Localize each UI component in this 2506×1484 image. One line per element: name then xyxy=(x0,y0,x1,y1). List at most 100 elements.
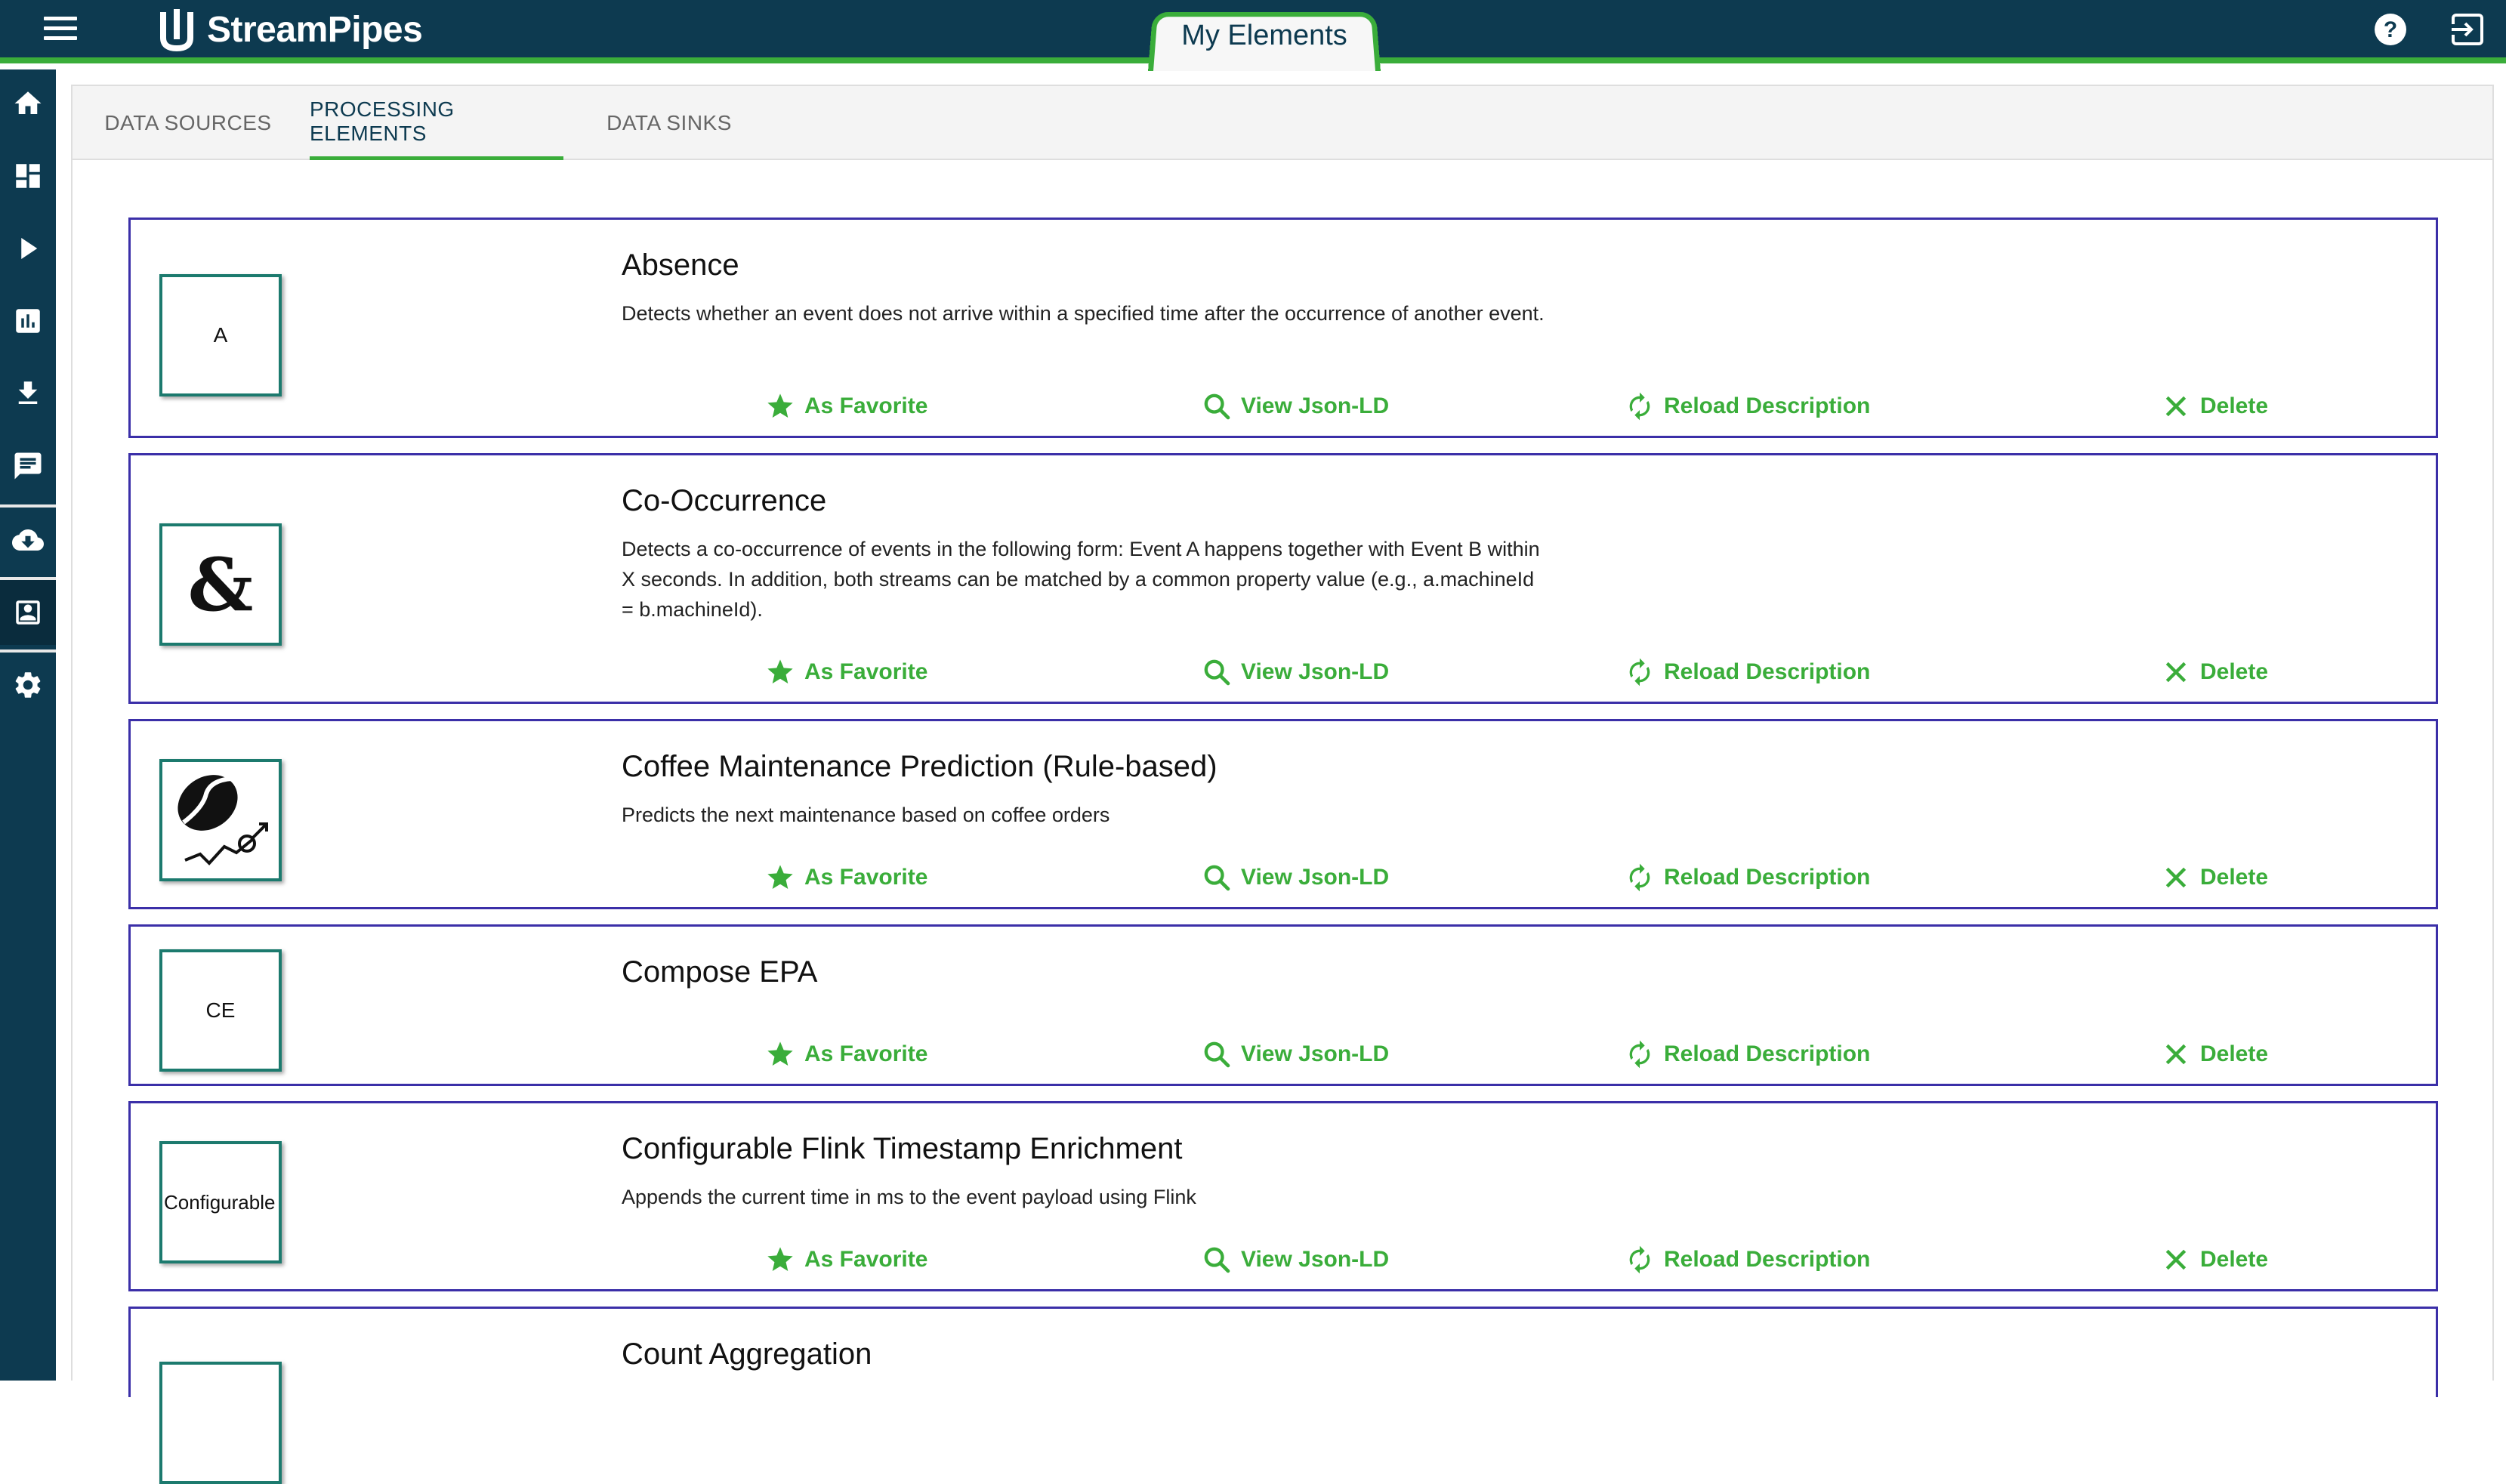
element-card-coffee-maintenance: Coffee Maintenance Prediction (Rule-base… xyxy=(128,719,2438,909)
star-icon xyxy=(767,1247,793,1271)
element-icon: & xyxy=(159,523,282,646)
bar-chart-icon xyxy=(16,309,40,333)
nav-settings[interactable] xyxy=(0,649,56,717)
favorite-label: As Favorite xyxy=(804,1041,928,1066)
settings-icon xyxy=(15,672,41,698)
nav-my-elements[interactable] xyxy=(0,577,56,645)
reload-label: Reload Description xyxy=(1664,659,1871,684)
favorite-button[interactable]: As Favorite xyxy=(765,859,927,896)
search-icon xyxy=(1204,393,1230,420)
element-card-co-occurrence: & Co-Occurrence Detects a co-occurrence … xyxy=(128,453,2438,704)
help-icon[interactable]: ? xyxy=(2373,12,2408,47)
element-actions: As Favorite View Json-LD Reload Descript… xyxy=(131,859,2440,896)
delete-label: Delete xyxy=(2200,1041,2269,1066)
element-title: Count Aggregation xyxy=(622,1337,872,1371)
logout-icon[interactable] xyxy=(2450,12,2485,47)
nav-pipelines[interactable] xyxy=(0,214,56,282)
play-icon xyxy=(21,238,38,259)
delete-button[interactable]: Delete xyxy=(2161,859,2268,896)
element-card-absence: A Absence Detects whether an event does … xyxy=(128,218,2438,438)
view-json-button[interactable]: View Json-LD xyxy=(1202,1241,1389,1279)
element-type-tabs: DATA SOURCES PROCESSING ELEMENTS DATA SI… xyxy=(71,85,2494,160)
star-icon xyxy=(767,865,793,889)
nav-connect[interactable] xyxy=(0,504,56,572)
delete-label: Delete xyxy=(2200,659,2269,684)
app-name: StreamPipes xyxy=(207,9,423,50)
star-icon xyxy=(767,659,793,683)
tab-data-sources[interactable]: DATA SOURCES xyxy=(94,86,282,160)
streampipes-logo-icon xyxy=(160,9,193,52)
delete-label: Delete xyxy=(2200,1247,2269,1272)
element-description: Detects a co-occurrence of events in the… xyxy=(622,538,1540,621)
search-icon xyxy=(1204,865,1230,891)
delete-button[interactable]: Delete xyxy=(2161,1035,2268,1073)
reload-label: Reload Description xyxy=(1664,1247,1871,1272)
nav-dashboard[interactable] xyxy=(0,142,56,210)
delete-button[interactable]: Delete xyxy=(2161,653,2268,691)
refresh-icon xyxy=(1629,1245,1650,1274)
view-json-label: View Json-LD xyxy=(1241,659,1390,684)
close-icon xyxy=(2165,1249,2187,1270)
favorite-button[interactable]: As Favorite xyxy=(765,1241,927,1279)
element-title: Configurable Flink Timestamp Enrichment xyxy=(622,1132,1183,1165)
view-json-label: View Json-LD xyxy=(1241,865,1390,890)
view-json-button[interactable]: View Json-LD xyxy=(1202,1035,1389,1073)
view-json-button[interactable]: View Json-LD xyxy=(1202,653,1389,691)
refresh-icon xyxy=(1629,1040,1650,1069)
tab-data-sinks[interactable]: DATA SINKS xyxy=(594,86,745,160)
cloud-download-icon xyxy=(12,529,44,551)
view-json-label: View Json-LD xyxy=(1241,1041,1390,1066)
element-description: Appends the current time in ms to the ev… xyxy=(622,1186,1196,1208)
nav-install[interactable] xyxy=(0,359,56,427)
reload-description-button[interactable]: Reload Description xyxy=(1625,653,1870,691)
element-card-flink-timestamp-enrichment: Configurable Configurable Flink Timestam… xyxy=(128,1101,2438,1291)
view-json-label: View Json-LD xyxy=(1241,1247,1390,1272)
close-icon xyxy=(2165,662,2187,683)
favorite-button[interactable]: As Favorite xyxy=(765,1035,927,1073)
refresh-icon xyxy=(1629,658,1650,686)
element-title: Coffee Maintenance Prediction (Rule-base… xyxy=(622,750,1218,783)
delete-button[interactable]: Delete xyxy=(2161,1241,2268,1279)
delete-button[interactable]: Delete xyxy=(2161,387,2268,425)
reload-label: Reload Description xyxy=(1664,393,1871,418)
favorite-label: As Favorite xyxy=(804,393,928,418)
favorite-label: As Favorite xyxy=(804,659,928,684)
reload-label: Reload Description xyxy=(1664,865,1871,890)
reload-label: Reload Description xyxy=(1664,1041,1871,1066)
menu-icon[interactable] xyxy=(44,17,77,44)
reload-description-button[interactable]: Reload Description xyxy=(1625,859,1870,896)
element-icon: A xyxy=(159,274,282,396)
favorite-button[interactable]: As Favorite xyxy=(765,653,927,691)
nav-notifications[interactable] xyxy=(0,432,56,500)
delete-label: Delete xyxy=(2200,865,2269,890)
close-icon xyxy=(2165,1044,2187,1065)
element-title: Compose EPA xyxy=(622,955,818,989)
reload-description-button[interactable]: Reload Description xyxy=(1625,387,1870,425)
download-icon xyxy=(18,381,38,404)
element-actions: As Favorite View Json-LD Reload Descript… xyxy=(131,1035,2440,1073)
tab-processing-elements[interactable]: PROCESSING ELEMENTS xyxy=(310,86,563,160)
search-icon xyxy=(1204,1247,1230,1273)
search-icon xyxy=(1204,1041,1230,1068)
active-tab-label[interactable]: My Elements xyxy=(1148,20,1381,52)
star-icon xyxy=(767,1041,793,1066)
favorite-label: As Favorite xyxy=(804,1247,928,1272)
view-json-button[interactable]: View Json-LD xyxy=(1202,859,1389,896)
element-card-compose-epa: CE Compose EPA As Favorite View Json-LD … xyxy=(128,924,2438,1086)
close-icon xyxy=(2165,867,2187,888)
view-json-label: View Json-LD xyxy=(1241,393,1390,418)
element-actions: As Favorite View Json-LD Reload Descript… xyxy=(131,1241,2440,1279)
nav-home[interactable] xyxy=(0,69,56,137)
reload-description-button[interactable]: Reload Description xyxy=(1625,1035,1870,1073)
side-nav xyxy=(0,69,56,1381)
view-json-button[interactable]: View Json-LD xyxy=(1202,387,1389,425)
reload-description-button[interactable]: Reload Description xyxy=(1625,1241,1870,1279)
element-actions: As Favorite View Json-LD Reload Descript… xyxy=(131,387,2440,425)
search-icon xyxy=(1204,659,1230,686)
chat-icon xyxy=(14,452,42,480)
favorite-label: As Favorite xyxy=(804,865,928,890)
element-actions: As Favorite View Json-LD Reload Descript… xyxy=(131,653,2440,691)
nav-data-explorer[interactable] xyxy=(0,287,56,355)
favorite-button[interactable]: As Favorite xyxy=(765,387,927,425)
svg-text:?: ? xyxy=(2384,17,2397,42)
